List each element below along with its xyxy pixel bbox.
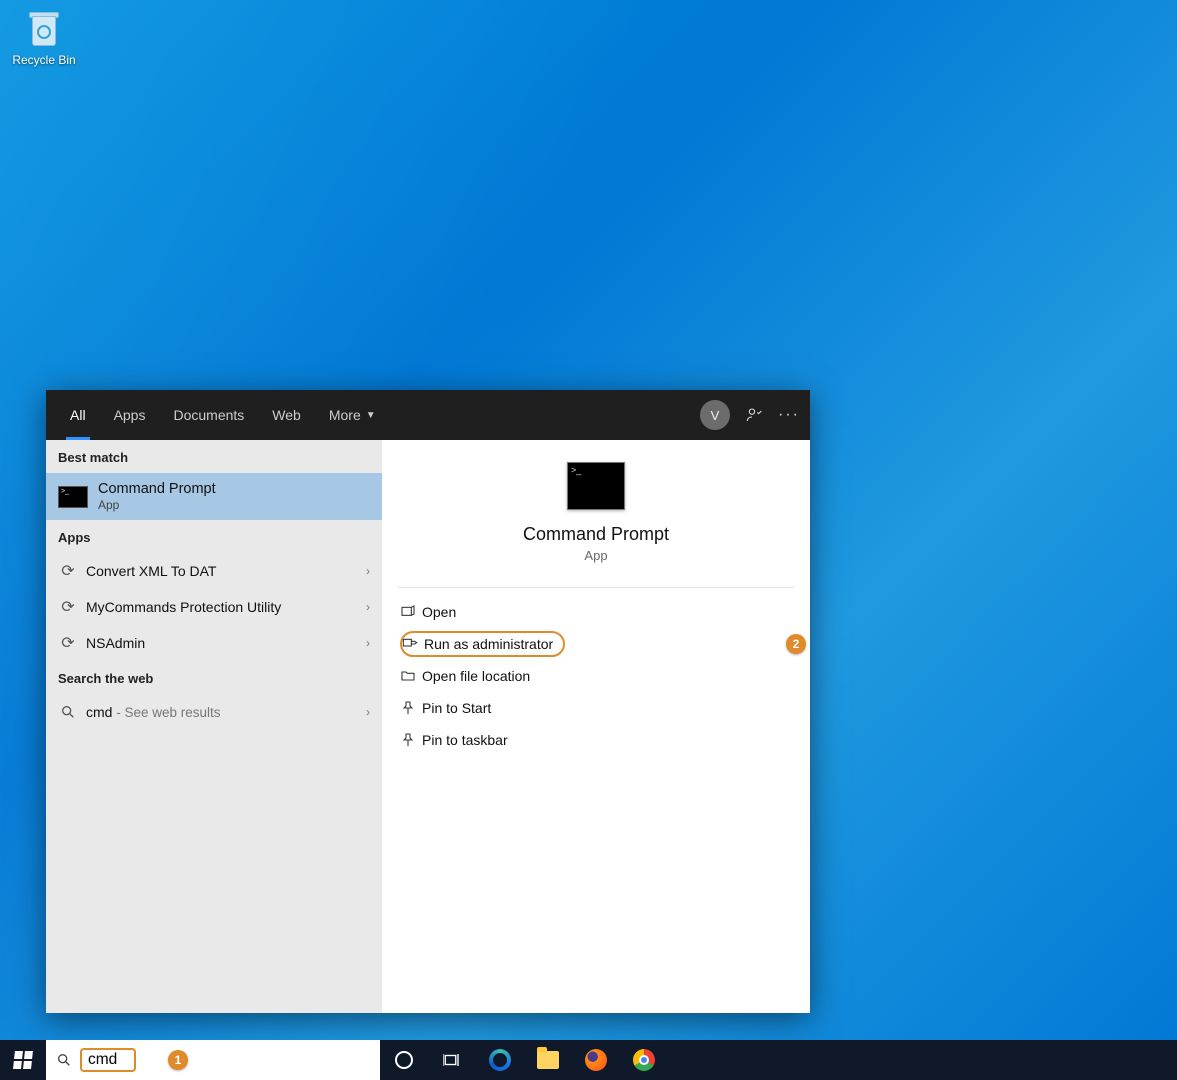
web-result-term: cmd xyxy=(86,704,112,720)
app-icon: ⟳ xyxy=(58,633,78,653)
open-icon xyxy=(400,604,422,620)
start-search-panel: All Apps Documents Web More ▼ V ··· Bes xyxy=(46,390,810,1013)
search-icon xyxy=(56,1052,72,1068)
taskbar-app-firefox[interactable] xyxy=(572,1040,620,1080)
more-options-icon[interactable]: ··· xyxy=(778,406,800,424)
action-pin-to-start[interactable]: Pin to Start xyxy=(390,692,802,724)
taskbar: 1 xyxy=(0,1040,1177,1080)
cortana-icon xyxy=(395,1051,413,1069)
app-icon: ⟳ xyxy=(58,597,78,617)
section-search-web: Search the web xyxy=(46,661,382,694)
callout-badge-2: 2 xyxy=(786,634,806,654)
search-results-list: Best match Command Prompt App Apps ⟳ Con… xyxy=(46,440,382,1013)
best-match-result[interactable]: Command Prompt App xyxy=(46,473,382,520)
chevron-right-icon: › xyxy=(366,564,370,578)
action-label: Open file location xyxy=(422,668,530,684)
preview-actions: Open Run as administrator 2 xyxy=(382,594,810,758)
best-match-subtitle: App xyxy=(98,498,216,512)
taskbar-task-view[interactable] xyxy=(428,1040,476,1080)
action-label: Open xyxy=(422,604,456,620)
pin-icon xyxy=(400,732,422,748)
tab-more[interactable]: More ▼ xyxy=(315,390,390,440)
app-result[interactable]: ⟳ MyCommands Protection Utility › xyxy=(46,589,382,625)
action-label: Run as administrator xyxy=(424,636,553,652)
windows-logo-icon xyxy=(13,1051,32,1069)
action-open-file-location[interactable]: Open file location xyxy=(390,660,802,692)
search-icon xyxy=(58,704,78,720)
cmd-icon xyxy=(58,486,88,508)
tab-web[interactable]: Web xyxy=(258,390,315,440)
app-result[interactable]: ⟳ Convert XML To DAT › xyxy=(46,553,382,589)
app-icon: ⟳ xyxy=(58,561,78,581)
web-result[interactable]: cmd - See web results › xyxy=(46,694,382,730)
pin-icon xyxy=(400,700,422,716)
file-explorer-icon xyxy=(537,1051,559,1069)
tab-apps[interactable]: Apps xyxy=(100,390,160,440)
search-preview-pane: Command Prompt App Open xyxy=(382,440,810,1013)
desktop-icon-recycle-bin[interactable]: Recycle Bin xyxy=(8,8,80,67)
edge-icon xyxy=(489,1049,511,1071)
chrome-icon xyxy=(633,1049,655,1071)
action-run-as-administrator[interactable]: Run as administrator 2 xyxy=(390,628,802,660)
chevron-right-icon: › xyxy=(366,636,370,650)
cmd-icon xyxy=(567,462,625,510)
taskbar-search-box[interactable]: 1 xyxy=(46,1040,380,1080)
search-input[interactable] xyxy=(88,1051,128,1069)
search-filter-tabs: All Apps Documents Web More ▼ xyxy=(56,390,390,440)
best-match-title: Command Prompt xyxy=(98,481,216,497)
desktop-wallpaper: Recycle Bin All Apps Documents Web More … xyxy=(0,0,1177,1080)
search-input-highlight xyxy=(80,1048,136,1072)
chevron-right-icon: › xyxy=(366,600,370,614)
taskbar-app-file-explorer[interactable] xyxy=(524,1040,572,1080)
recycle-bin-label: Recycle Bin xyxy=(8,53,80,67)
taskbar-app-chrome[interactable] xyxy=(620,1040,668,1080)
taskbar-app-edge[interactable] xyxy=(476,1040,524,1080)
app-result-label: MyCommands Protection Utility xyxy=(86,599,366,615)
chevron-right-icon: › xyxy=(366,705,370,719)
folder-icon xyxy=(400,668,422,684)
action-open[interactable]: Open xyxy=(390,596,802,628)
callout-badge-1: 1 xyxy=(168,1050,188,1070)
recycle-bin-icon xyxy=(26,8,62,52)
taskbar-cortana[interactable] xyxy=(380,1040,428,1080)
preview-title: Command Prompt xyxy=(398,524,794,545)
app-result-label: NSAdmin xyxy=(86,635,366,651)
divider xyxy=(398,587,794,588)
section-apps: Apps xyxy=(46,520,382,553)
start-button[interactable] xyxy=(0,1040,46,1080)
app-result[interactable]: ⟳ NSAdmin › xyxy=(46,625,382,661)
section-best-match: Best match xyxy=(46,440,382,473)
firefox-icon xyxy=(585,1049,607,1071)
web-result-text: cmd - See web results xyxy=(86,704,366,720)
admin-shield-icon xyxy=(402,636,424,652)
chevron-down-icon: ▼ xyxy=(366,410,376,421)
action-label: Pin to Start xyxy=(422,700,491,716)
tab-all[interactable]: All xyxy=(56,390,100,440)
app-result-label: Convert XML To DAT xyxy=(86,563,366,579)
search-panel-header: All Apps Documents Web More ▼ V ··· xyxy=(46,390,810,440)
preview-subtitle: App xyxy=(398,548,794,563)
user-avatar[interactable]: V xyxy=(700,400,730,430)
tab-more-label: More xyxy=(329,407,361,423)
rewards-icon[interactable] xyxy=(746,407,762,423)
task-view-icon xyxy=(443,1051,461,1069)
tab-documents[interactable]: Documents xyxy=(159,390,258,440)
action-pin-to-taskbar[interactable]: Pin to taskbar xyxy=(390,724,802,756)
web-result-hint: - See web results xyxy=(112,705,220,720)
action-label: Pin to taskbar xyxy=(422,732,508,748)
